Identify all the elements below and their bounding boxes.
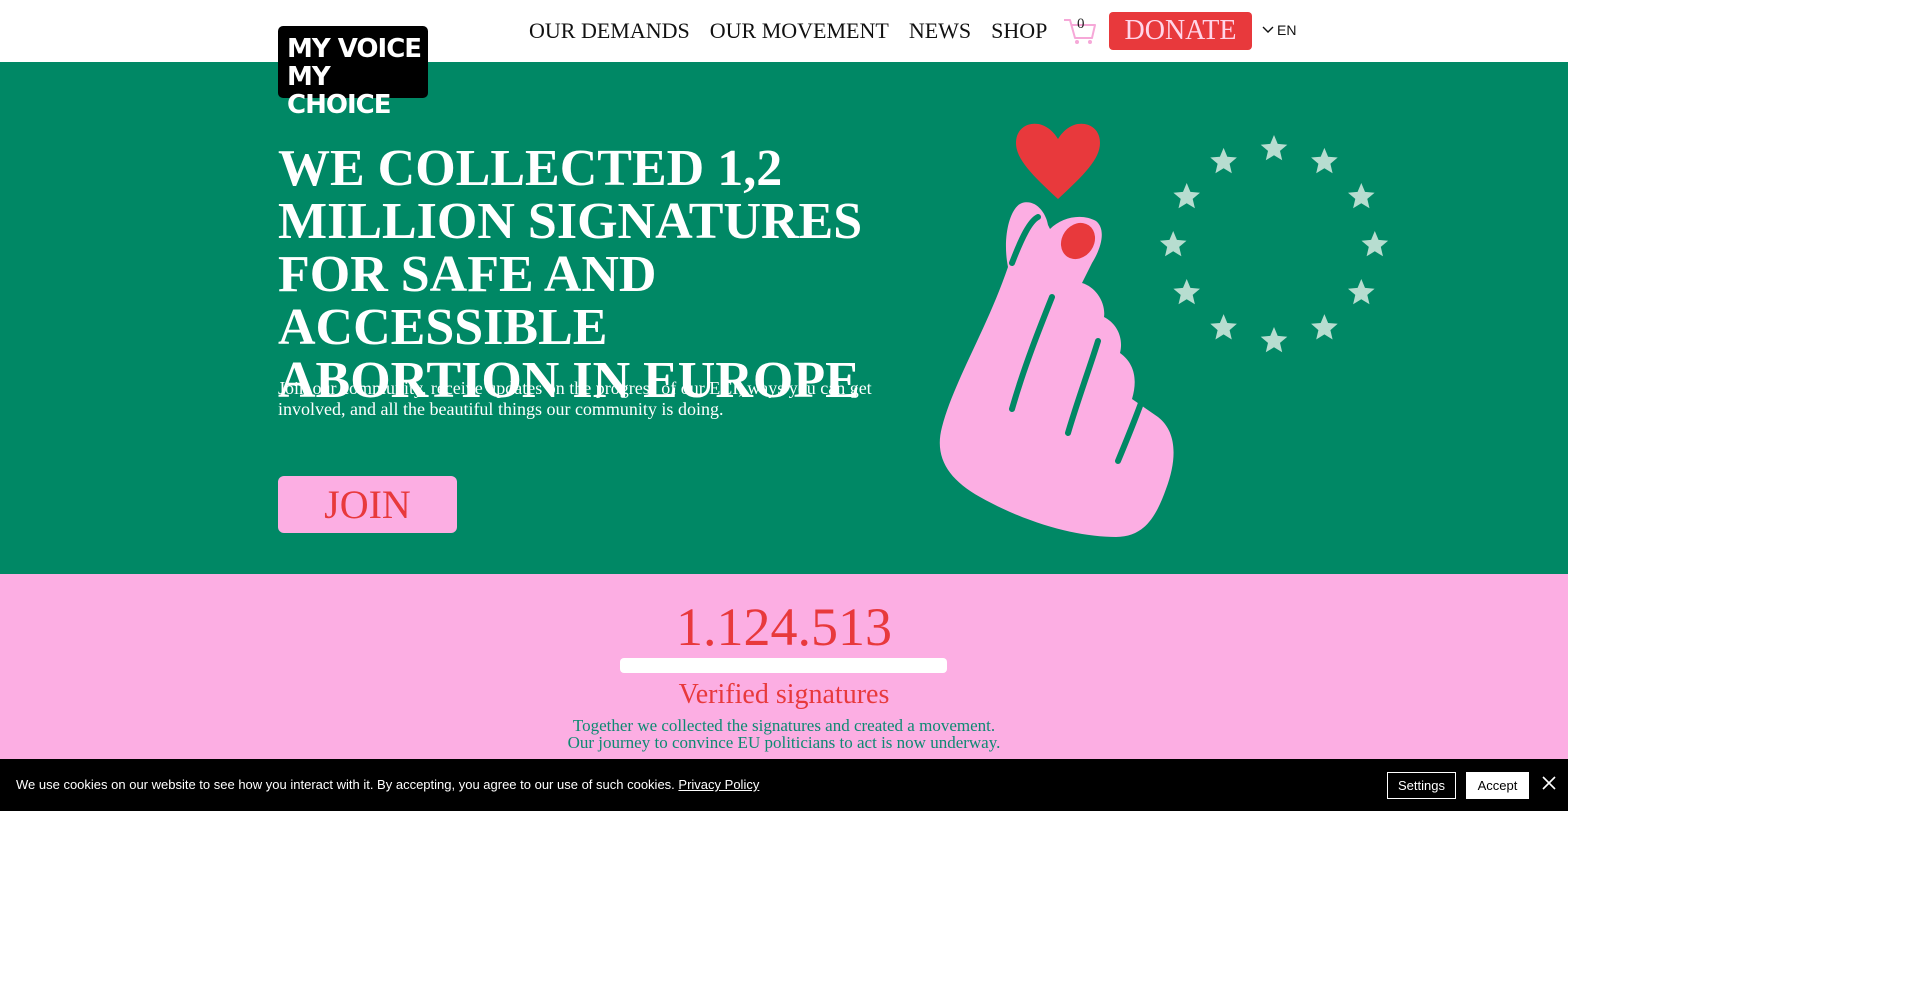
signature-count: 1.124.513 <box>676 597 892 657</box>
donate-button[interactable]: DONATE <box>1109 12 1252 50</box>
eu-stars-icon <box>1159 135 1389 353</box>
cookie-banner: We use cookies on our website to see how… <box>0 759 1568 811</box>
hand-icon <box>939 202 1174 538</box>
site-logo[interactable]: MY VOICE MY CHOICE <box>278 26 428 119</box>
star-icon <box>1361 231 1389 257</box>
cookie-accept-button[interactable]: Accept <box>1466 772 1529 799</box>
tagline-line2: Our journey to convince EU politicians t… <box>567 733 1001 752</box>
close-icon[interactable] <box>1540 774 1558 792</box>
main-nav: OUR DEMANDS OUR MOVEMENT NEWS SHOP <box>529 14 1047 48</box>
site-header: OUR DEMANDS OUR MOVEMENT NEWS SHOP 0 DON… <box>0 0 1568 62</box>
cookie-text: We use cookies on our website to see how… <box>16 777 759 792</box>
logo-line1: MY VOICE <box>287 34 422 64</box>
star-icon <box>1348 183 1375 209</box>
star-icon <box>1210 314 1237 340</box>
star-icon <box>1173 183 1200 209</box>
cookie-settings-button[interactable]: Settings <box>1387 772 1456 799</box>
nav-our-demands[interactable]: OUR DEMANDS <box>529 18 690 44</box>
star-icon <box>1311 314 1338 340</box>
progress-fill <box>620 658 947 673</box>
join-button[interactable]: JOIN <box>278 476 457 533</box>
star-icon <box>1159 231 1187 257</box>
hero-section: WE COLLECTED 1,2 MILLION SIGNATURES FOR … <box>0 62 1568 574</box>
finger-heart-illustration <box>939 123 1389 538</box>
heart-icon <box>1016 123 1100 199</box>
tagline-line1: Together we collected the signatures and… <box>572 716 996 735</box>
star-icon <box>1260 135 1288 161</box>
star-icon <box>1210 147 1237 174</box>
privacy-policy-link[interactable]: Privacy Policy <box>678 777 759 792</box>
nav-our-movement[interactable]: OUR MOVEMENT <box>710 18 889 44</box>
cookie-message: We use cookies on our website to see how… <box>16 777 675 792</box>
star-icon <box>1348 279 1375 305</box>
cart-count[interactable]: 0 <box>1077 16 1085 33</box>
star-icon <box>1173 279 1200 305</box>
star-icon <box>1260 327 1288 353</box>
language-selector[interactable]: EN <box>1262 20 1296 40</box>
hero-subtitle: Join our community, receive updates on t… <box>278 378 872 419</box>
verified-label: Verified signatures <box>678 679 890 710</box>
tagline: Together we collected the signatures and… <box>0 717 1568 751</box>
signature-progress-bar <box>620 658 947 673</box>
hero-title: WE COLLECTED 1,2 MILLION SIGNATURES FOR … <box>278 140 863 409</box>
nav-shop[interactable]: SHOP <box>991 18 1047 44</box>
logo-line2: MY CHOICE <box>287 62 391 120</box>
nav-news[interactable]: NEWS <box>909 18 971 44</box>
language-label: EN <box>1277 22 1297 38</box>
chevron-down-icon <box>1262 26 1274 33</box>
star-icon <box>1311 147 1338 174</box>
